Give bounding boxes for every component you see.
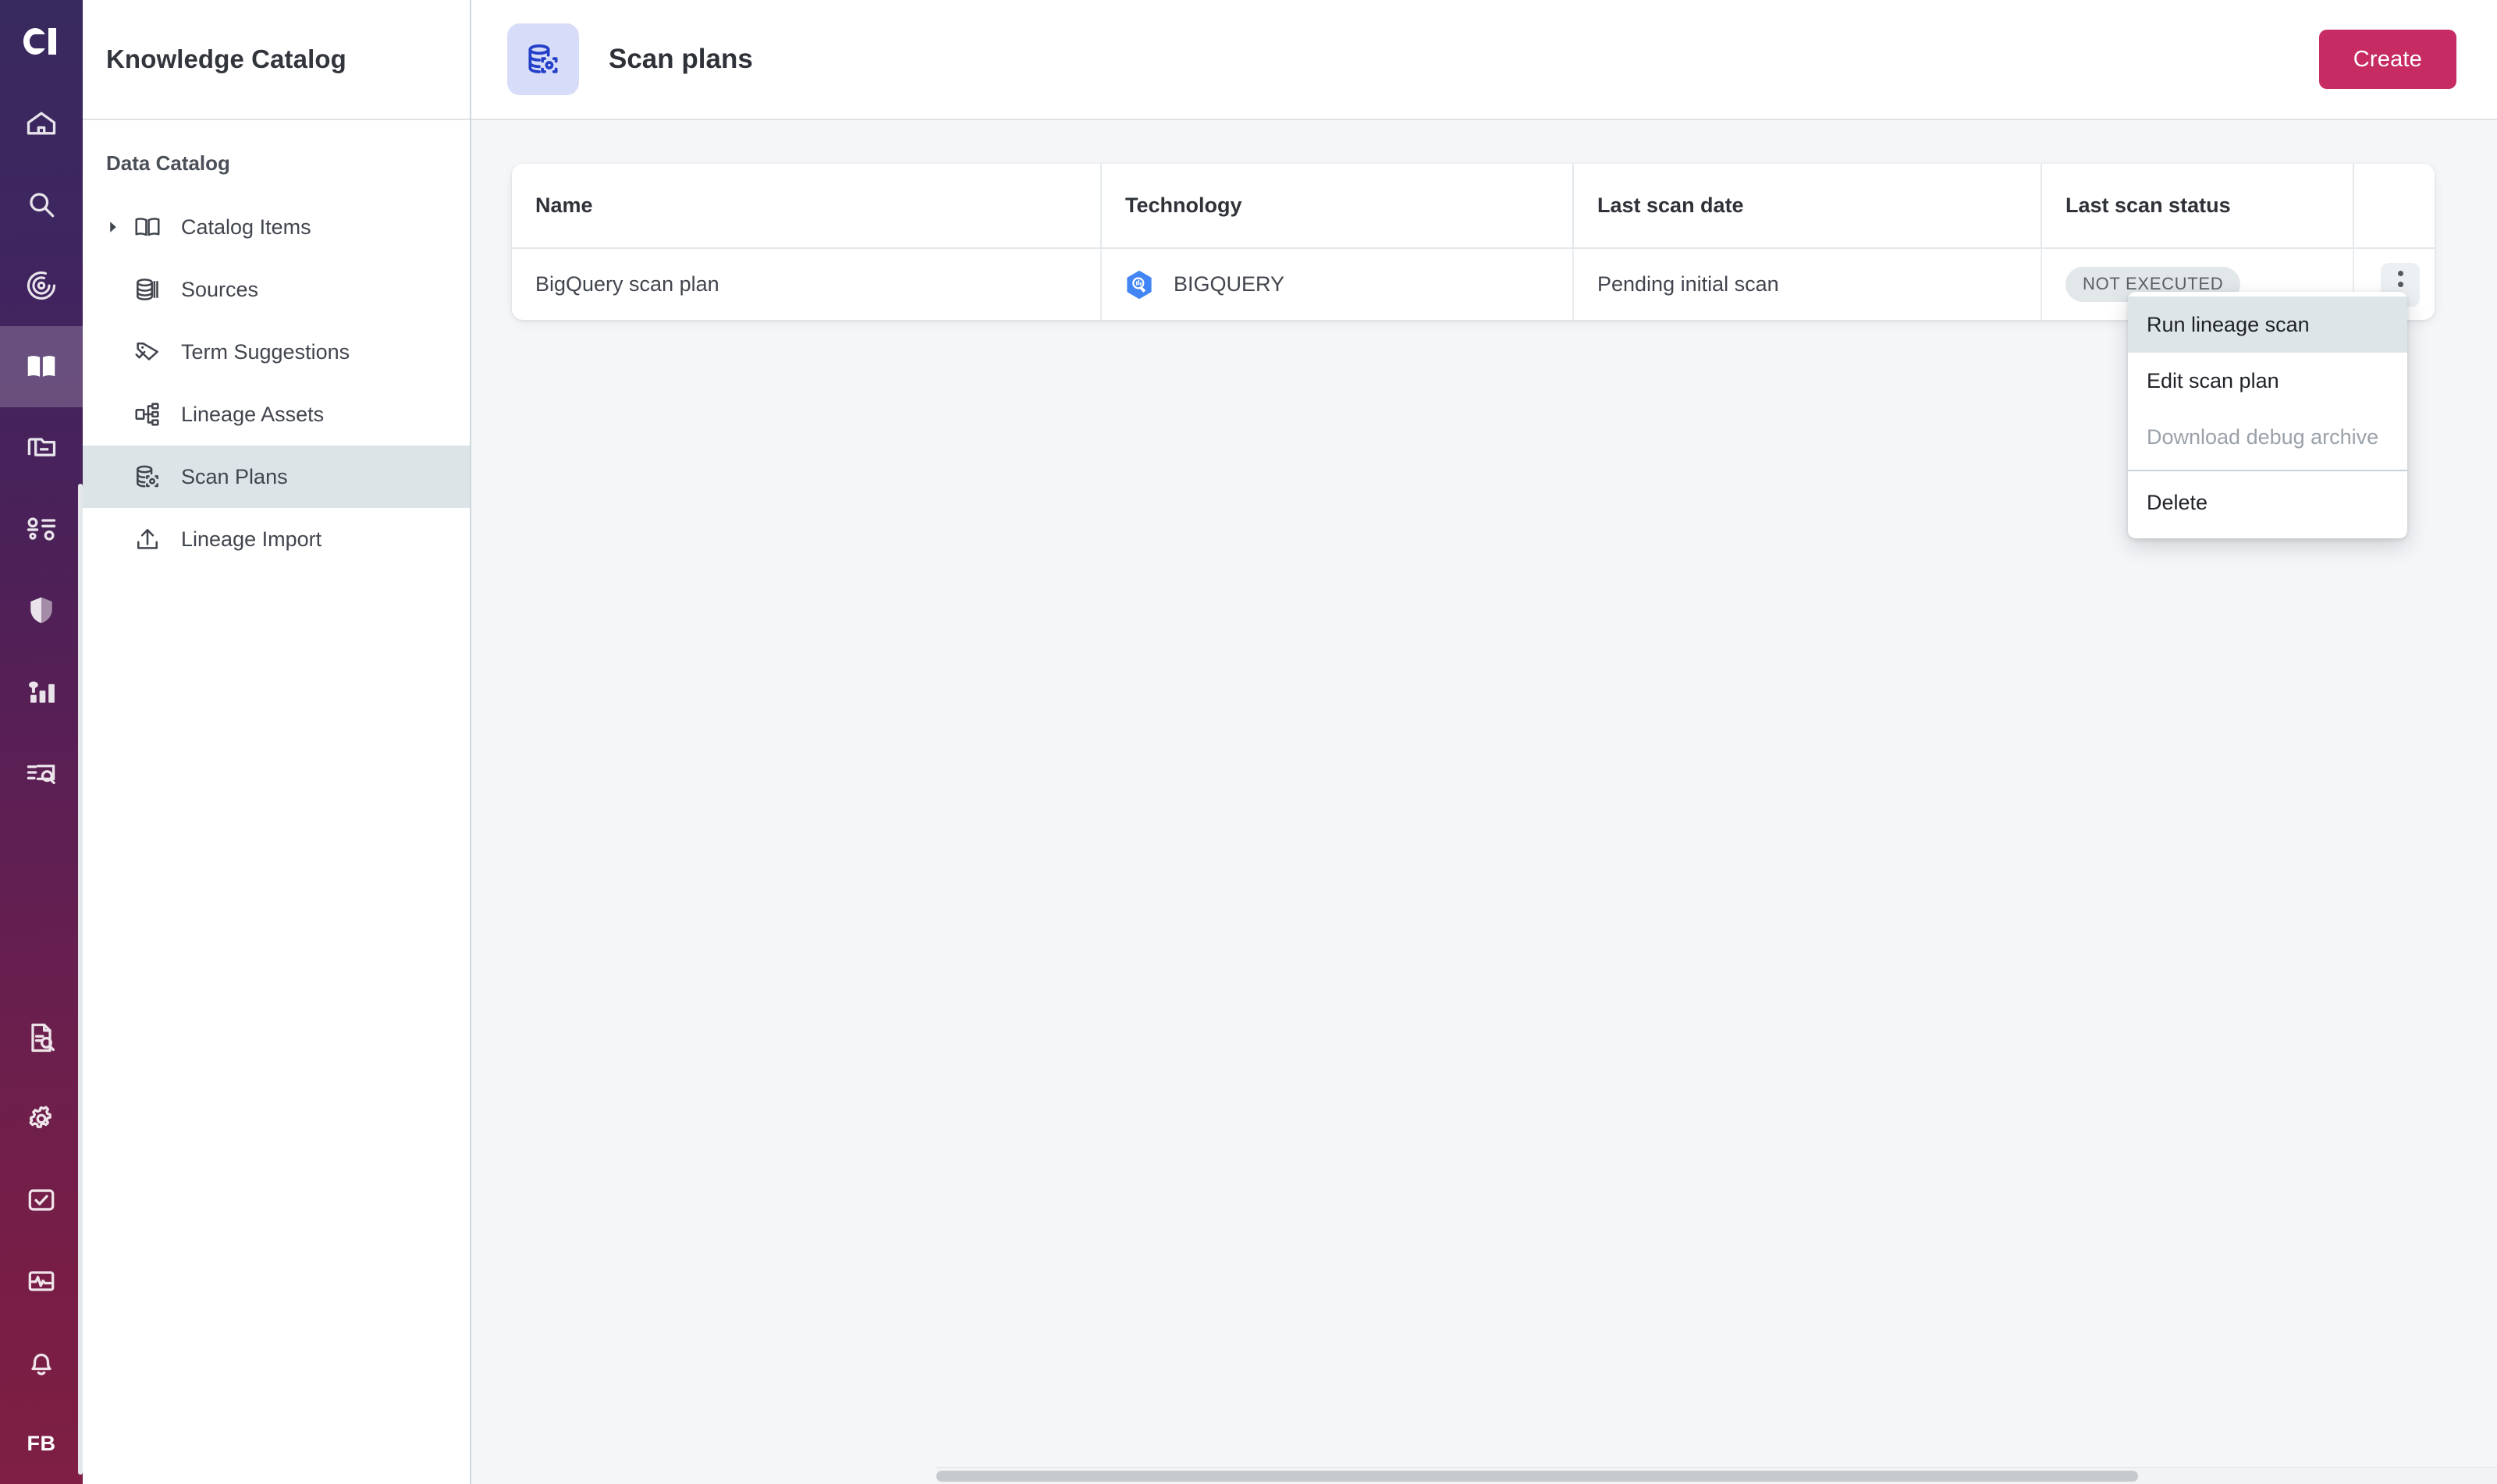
bar-chart-icon bbox=[24, 674, 59, 708]
column-header-last-scan-status[interactable]: Last scan status bbox=[2041, 164, 2354, 249]
query-document-icon bbox=[24, 755, 59, 790]
secondary-sidebar: Knowledge Catalog Data Catalog Catalog I… bbox=[83, 0, 471, 1484]
technology-wrapper: BIGQUERY bbox=[1125, 269, 1549, 300]
rail-main-group bbox=[0, 83, 83, 813]
page-icon-badge bbox=[507, 23, 579, 95]
sidebar-header: Knowledge Catalog bbox=[83, 0, 470, 120]
home-icon bbox=[24, 106, 59, 140]
rail-item-tasks[interactable] bbox=[0, 1159, 83, 1241]
checkbox-icon bbox=[24, 1183, 59, 1217]
sidebar-item-sources[interactable]: Sources bbox=[83, 258, 470, 321]
database-icon bbox=[133, 275, 173, 304]
horizontal-scrollbar[interactable] bbox=[936, 1467, 2497, 1484]
page-header: Scan plans Create bbox=[471, 0, 2497, 120]
sidebar-nav: Catalog Items Sources Term Suggestions L… bbox=[83, 196, 470, 570]
rail-item-workflows[interactable] bbox=[0, 488, 83, 570]
sidebar-item-label: Lineage Assets bbox=[181, 402, 325, 426]
upload-icon bbox=[133, 524, 173, 554]
rail-item-reports[interactable] bbox=[0, 651, 83, 732]
cell-name: BigQuery scan plan bbox=[512, 248, 1102, 320]
rail-item-monitoring[interactable] bbox=[0, 1241, 83, 1322]
rail-item-settings[interactable] bbox=[0, 1078, 83, 1159]
sidebar-item-label: Scan Plans bbox=[181, 464, 288, 488]
user-avatar[interactable]: FB bbox=[0, 1403, 83, 1484]
bell-icon bbox=[24, 1345, 59, 1379]
rail-item-document-search[interactable] bbox=[0, 997, 83, 1078]
rail-item-target[interactable] bbox=[0, 245, 83, 326]
menu-separator bbox=[2128, 470, 2407, 471]
sidebar-item-scan-plans[interactable]: Scan Plans bbox=[83, 446, 470, 508]
bigquery-icon bbox=[1125, 269, 1153, 300]
rail-item-home[interactable] bbox=[0, 83, 83, 164]
avatar-initials: FB bbox=[27, 1431, 56, 1455]
sidebar-item-label: Term Suggestions bbox=[181, 339, 350, 364]
scan-plan-icon bbox=[524, 40, 563, 79]
app-logo[interactable] bbox=[0, 0, 83, 83]
tag-check-icon bbox=[133, 337, 173, 367]
sidebar-item-term-suggestions[interactable]: Term Suggestions bbox=[83, 321, 470, 383]
table-header-row: Name Technology Last scan date Last scan… bbox=[512, 164, 2435, 249]
scan-plan-icon bbox=[133, 462, 173, 492]
app-root: FB Knowledge Catalog Data Catalog Catalo… bbox=[0, 0, 2497, 1484]
folder-stack-icon bbox=[24, 431, 59, 465]
sidebar-item-lineage-assets[interactable]: Lineage Assets bbox=[83, 383, 470, 446]
create-button[interactable]: Create bbox=[2318, 30, 2456, 89]
cell-last-scan-date: Pending initial scan bbox=[1573, 248, 2042, 320]
column-header-last-scan-date[interactable]: Last scan date bbox=[1573, 164, 2042, 249]
sidebar-item-lineage-import[interactable]: Lineage Import bbox=[83, 508, 470, 570]
kebab-dot bbox=[2397, 271, 2403, 276]
menu-item-delete[interactable]: Delete bbox=[2128, 474, 2407, 531]
menu-item-download-debug-archive: Download debug archive bbox=[2147, 424, 2379, 449]
sidebar-section-label: Data Catalog bbox=[106, 151, 230, 175]
rail-item-knowledge-catalog[interactable] bbox=[0, 326, 83, 407]
rail-item-projects[interactable] bbox=[0, 407, 83, 488]
rail-item-security[interactable] bbox=[0, 570, 83, 651]
lineage-icon bbox=[133, 399, 173, 429]
sidebar-item-catalog-items[interactable]: Catalog Items bbox=[83, 196, 470, 258]
book-icon bbox=[23, 349, 59, 385]
technology-label: BIGQUERY bbox=[1174, 272, 1285, 296]
target-icon bbox=[24, 268, 59, 303]
rail-item-search[interactable] bbox=[0, 164, 83, 245]
monitor-pulse-icon bbox=[24, 1264, 59, 1298]
page-title: Scan plans bbox=[609, 44, 753, 74]
sidebar-item-label: Lineage Import bbox=[181, 527, 322, 551]
sidebar-item-label: Catalog Items bbox=[181, 215, 311, 239]
table-head: Name Technology Last scan date Last scan… bbox=[512, 164, 2435, 249]
sidebar-item-label: Sources bbox=[181, 277, 259, 301]
main-content: Scan plans Create Name Technology Last s… bbox=[471, 0, 2497, 1484]
gear-icon bbox=[24, 1102, 59, 1136]
document-search-icon bbox=[24, 1021, 59, 1055]
horizontal-scrollbar-thumb[interactable] bbox=[936, 1471, 2138, 1482]
rail-bottom-group: FB bbox=[0, 997, 83, 1484]
column-header-actions bbox=[2353, 164, 2435, 249]
book-open-icon bbox=[133, 212, 173, 242]
primary-icon-rail: FB bbox=[0, 0, 83, 1484]
workflow-icon bbox=[24, 512, 59, 546]
sidebar-title: Knowledge Catalog bbox=[106, 44, 346, 73]
rail-item-query-explorer[interactable] bbox=[0, 732, 83, 813]
menu-item-edit-scan-plan[interactable]: Edit scan plan bbox=[2128, 353, 2407, 409]
kebab-dot bbox=[2397, 282, 2403, 287]
row-context-menu: Run lineage scan Edit scan plan Download… bbox=[2128, 292, 2407, 538]
column-header-technology[interactable]: Technology bbox=[1101, 164, 1574, 249]
rail-item-notifications[interactable] bbox=[0, 1322, 83, 1403]
column-header-name[interactable]: Name bbox=[512, 164, 1102, 249]
cell-technology: BIGQUERY bbox=[1101, 248, 1574, 320]
chevron-right-icon[interactable] bbox=[106, 220, 133, 234]
search-icon bbox=[24, 187, 59, 222]
menu-item-run-lineage-scan[interactable]: Run lineage scan bbox=[2128, 296, 2407, 353]
shield-icon bbox=[24, 593, 59, 627]
